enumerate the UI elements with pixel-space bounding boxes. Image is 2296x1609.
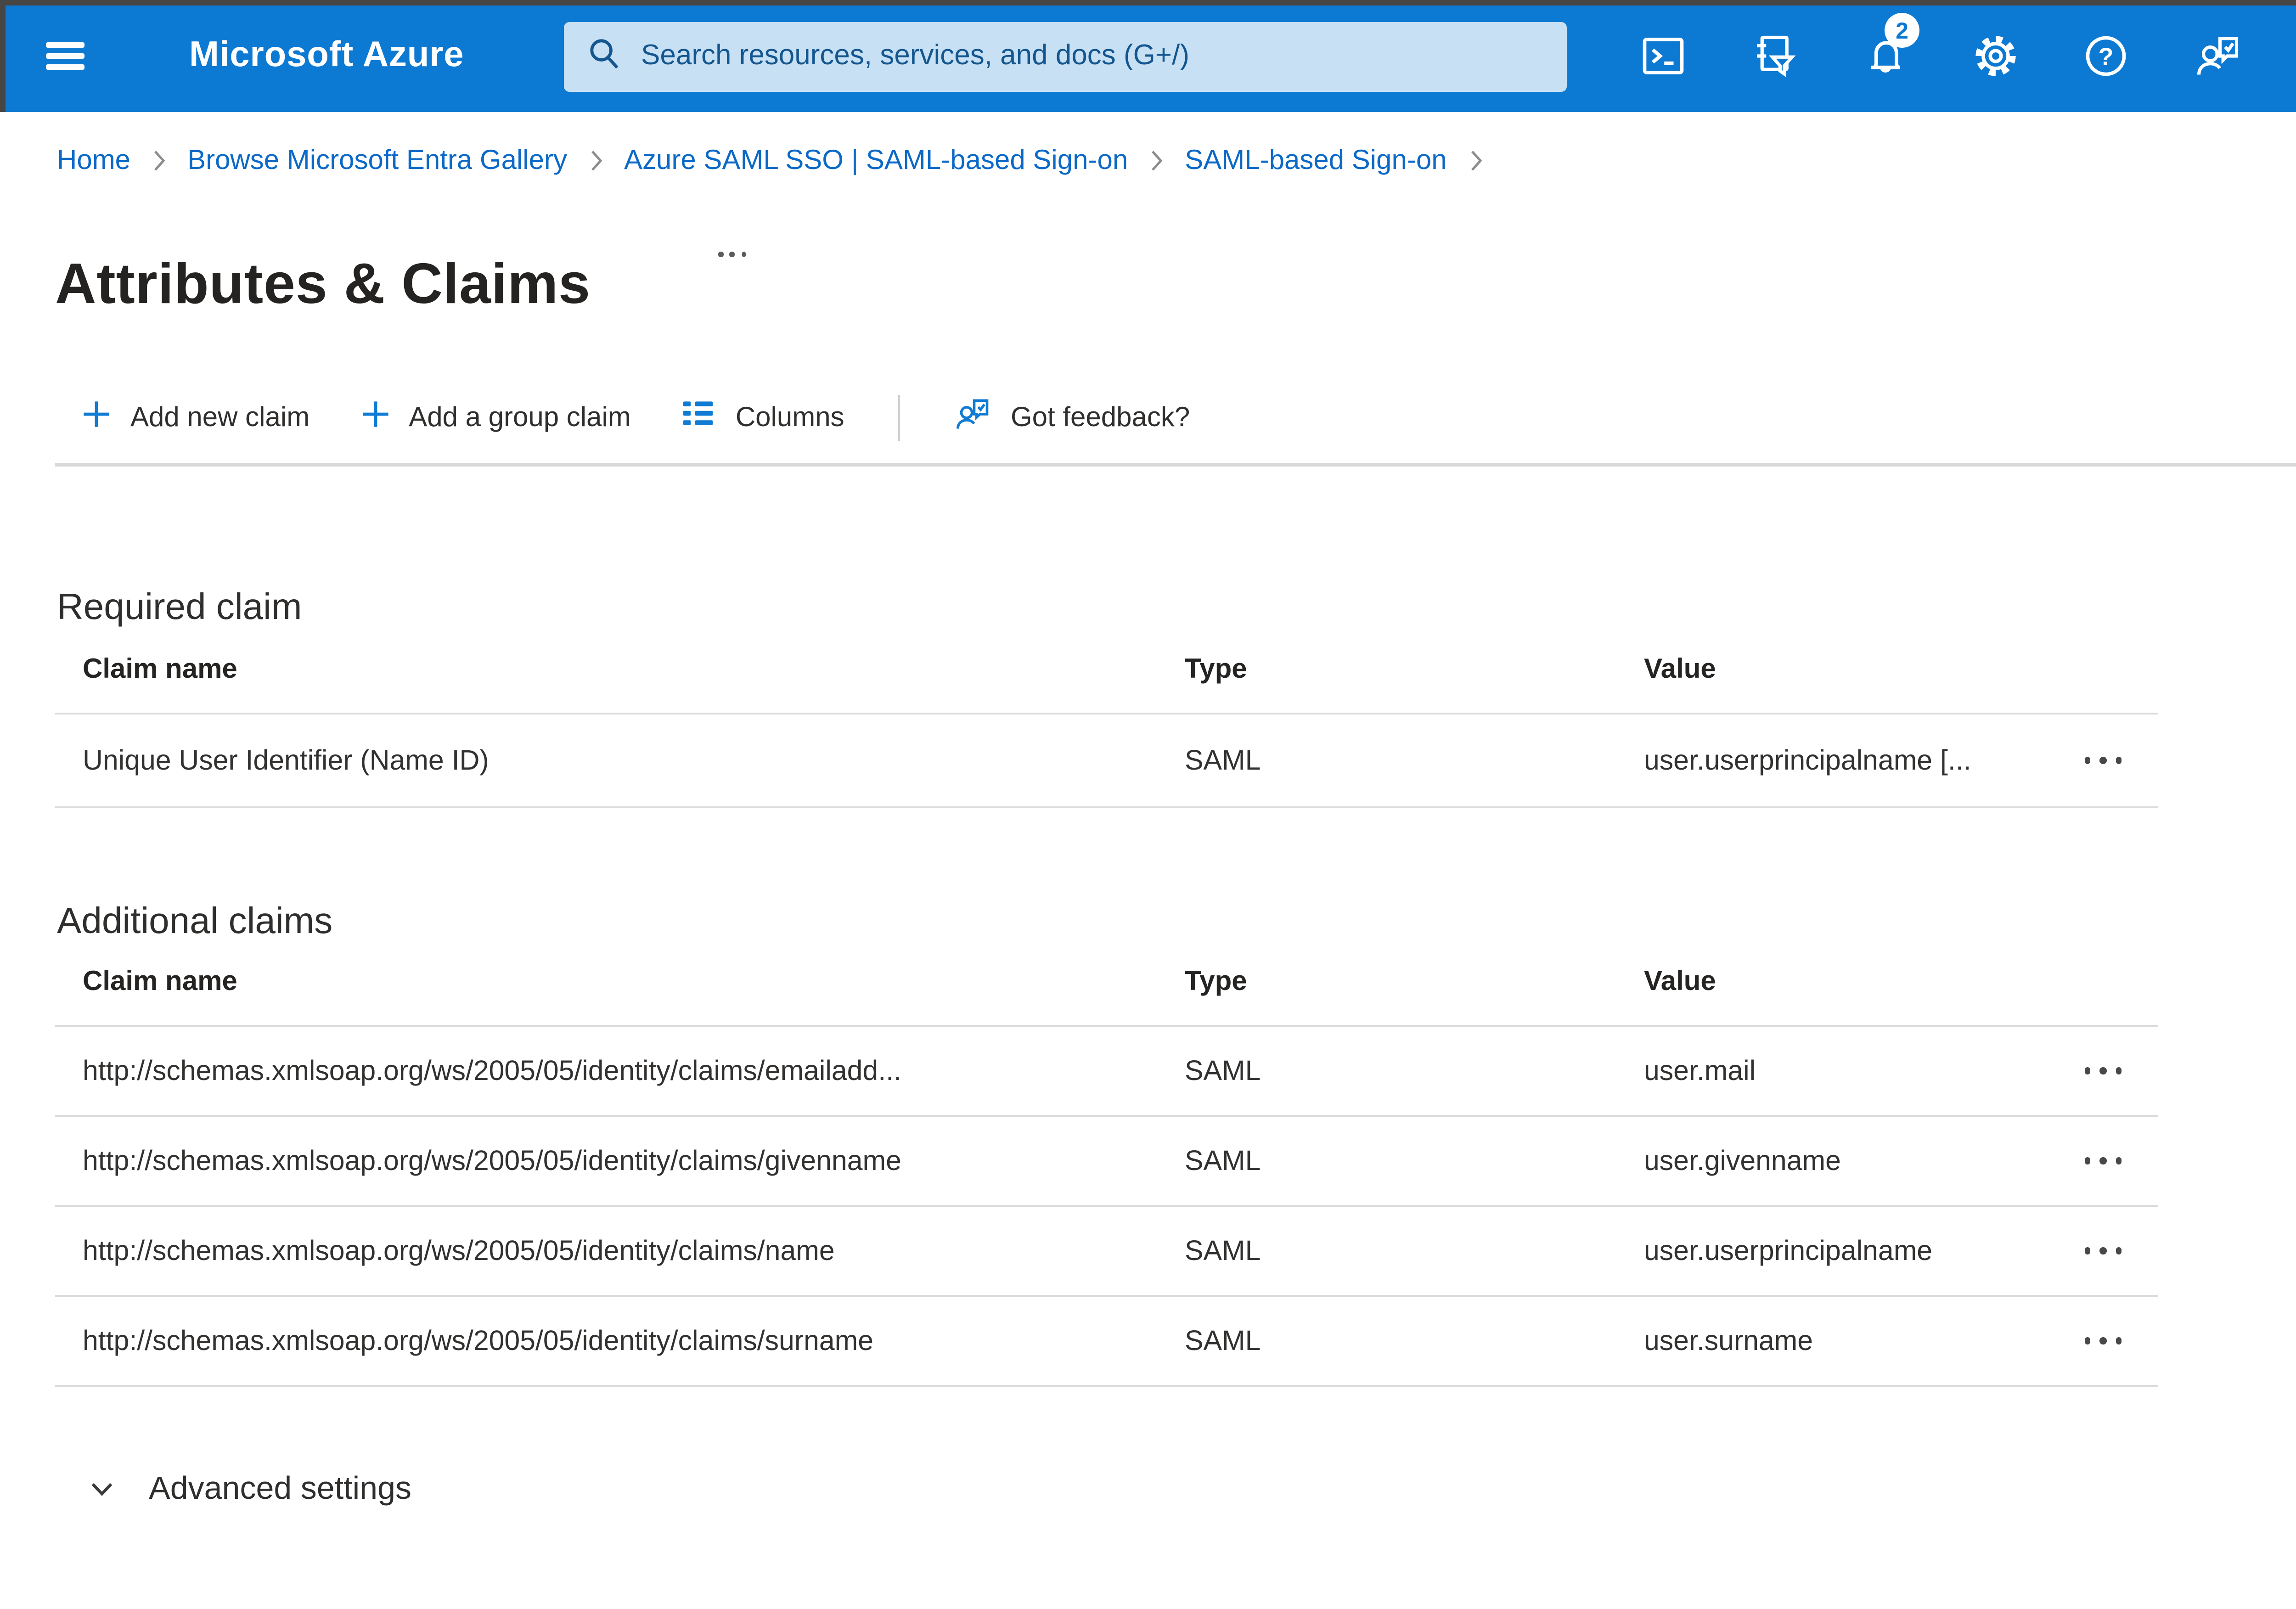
column-header-type: Type [1185,654,1247,685]
advanced-settings-label: Advanced settings [149,1469,412,1506]
column-header-value: Value [1644,966,1716,997]
help-icon[interactable]: ? [2081,31,2131,81]
table-row[interactable]: http://schemas.xmlsoap.org/ws/2005/05/id… [55,1117,2158,1207]
plus-icon [359,398,390,436]
chevron-right-icon [149,147,169,174]
notification-count-badge: 2 [1885,13,1919,48]
claim-name-cell: http://schemas.xmlsoap.org/ws/2005/05/id… [83,1235,835,1266]
table-row[interactable]: http://schemas.xmlsoap.org/ws/2005/05/id… [55,1207,2158,1297]
claim-name-cell: http://schemas.xmlsoap.org/ws/2005/05/id… [83,1145,901,1176]
got-feedback-button[interactable]: Got feedback? [954,394,1190,440]
claim-name-cell: http://schemas.xmlsoap.org/ws/2005/05/id… [83,1325,874,1356]
directory-filter-icon[interactable] [1749,31,1798,81]
advanced-settings-expander[interactable]: Advanced settings [86,1469,411,1508]
claim-type-cell: SAML [1185,1325,1261,1356]
top-bar: Microsoft Azure Search resources, servic… [0,0,2296,112]
claim-value-cell: user.userprincipalname [1644,1235,1933,1266]
window-left-edge [0,0,6,112]
table-header-row: Claim name Type Value [55,939,2158,1027]
azure-portal-attributes-claims: Microsoft Azure Search resources, servic… [0,0,2296,1609]
row-context-menu-ellipsis[interactable] [2048,1207,2158,1295]
row-context-menu-ellipsis[interactable] [2048,1297,2158,1385]
add-new-claim-button[interactable]: Add new claim [81,398,310,436]
page-context-menu-ellipsis[interactable] [718,252,746,257]
column-header-value: Value [1644,654,1716,685]
required-claim-heading: Required claim [57,587,302,628]
cloud-shell-icon[interactable] [1638,31,1688,81]
claim-value-cell: user.givenname [1644,1145,1841,1176]
columns-button[interactable]: Columns [681,395,844,439]
feedback-person-icon [954,394,992,440]
claim-type-cell: SAML [1185,745,1261,776]
claim-type-cell: SAML [1185,1145,1261,1176]
additional-claims-table: Claim name Type Value http://schemas.xml… [55,939,2158,1387]
row-context-menu-ellipsis[interactable] [2048,1027,2158,1115]
claim-type-cell: SAML [1185,1235,1261,1266]
columns-icon [681,395,717,439]
breadcrumb-azure-saml-sso[interactable]: Azure SAML SSO | SAML-based Sign-on [624,145,1128,176]
breadcrumb-saml-based-signon[interactable]: SAML-based Sign-on [1185,145,1446,176]
chevron-right-icon [1465,147,1486,174]
plus-icon [81,398,112,436]
hamburger-menu-button[interactable] [46,42,84,70]
search-placeholder: Search resources, services, and docs (G+… [641,40,1189,72]
claim-name-cell: http://schemas.xmlsoap.org/ws/2005/05/id… [83,1055,901,1086]
notifications-bell-icon[interactable]: 2 [1861,13,1919,81]
table-header-row: Claim name Type Value [55,626,2158,714]
claim-type-cell: SAML [1185,1055,1261,1086]
claim-value-cell: user.mail [1644,1055,1756,1086]
chevron-down-icon [86,1473,118,1504]
row-context-menu-ellipsis[interactable] [2048,714,2158,806]
chevron-right-icon [585,147,606,174]
claim-name-cell: Unique User Identifier (Name ID) [83,745,489,776]
column-header-type: Type [1185,966,1247,997]
window-top-edge [0,0,2296,6]
column-header-claim-name: Claim name [83,654,237,685]
svg-text:?: ? [2099,43,2114,70]
settings-gear-icon[interactable] [1971,31,2020,81]
page-title: Attributes & Claims [55,251,591,316]
toolbar-separator [55,463,2296,467]
required-claim-table: Claim name Type Value Unique User Identi… [55,626,2158,808]
add-group-claim-button[interactable]: Add a group claim [359,398,631,436]
chevron-right-icon [1146,147,1166,174]
breadcrumb-home[interactable]: Home [57,145,130,176]
global-search-input[interactable]: Search resources, services, and docs (G+… [564,22,1567,92]
toolbar-divider [897,394,900,440]
table-row[interactable]: http://schemas.xmlsoap.org/ws/2005/05/id… [55,1027,2158,1117]
table-row[interactable]: Unique User Identifier (Name ID) SAML us… [55,714,2158,808]
feedback-person-icon[interactable] [2193,31,2243,81]
row-context-menu-ellipsis[interactable] [2048,1117,2158,1205]
search-icon [588,36,621,78]
breadcrumb-entra-gallery[interactable]: Browse Microsoft Entra Gallery [187,145,567,176]
claim-value-cell: user.userprincipalname [... [1644,745,1971,776]
brand-title[interactable]: Microsoft Azure [189,0,464,112]
breadcrumb: Home Browse Microsoft Entra Gallery Azur… [57,145,1504,176]
additional-claims-heading: Additional claims [57,901,333,942]
table-row[interactable]: http://schemas.xmlsoap.org/ws/2005/05/id… [55,1297,2158,1387]
column-header-claim-name: Claim name [83,966,237,997]
command-bar: Add new claim Add a group claim Columns [81,388,1239,446]
claim-value-cell: user.surname [1644,1325,1813,1356]
